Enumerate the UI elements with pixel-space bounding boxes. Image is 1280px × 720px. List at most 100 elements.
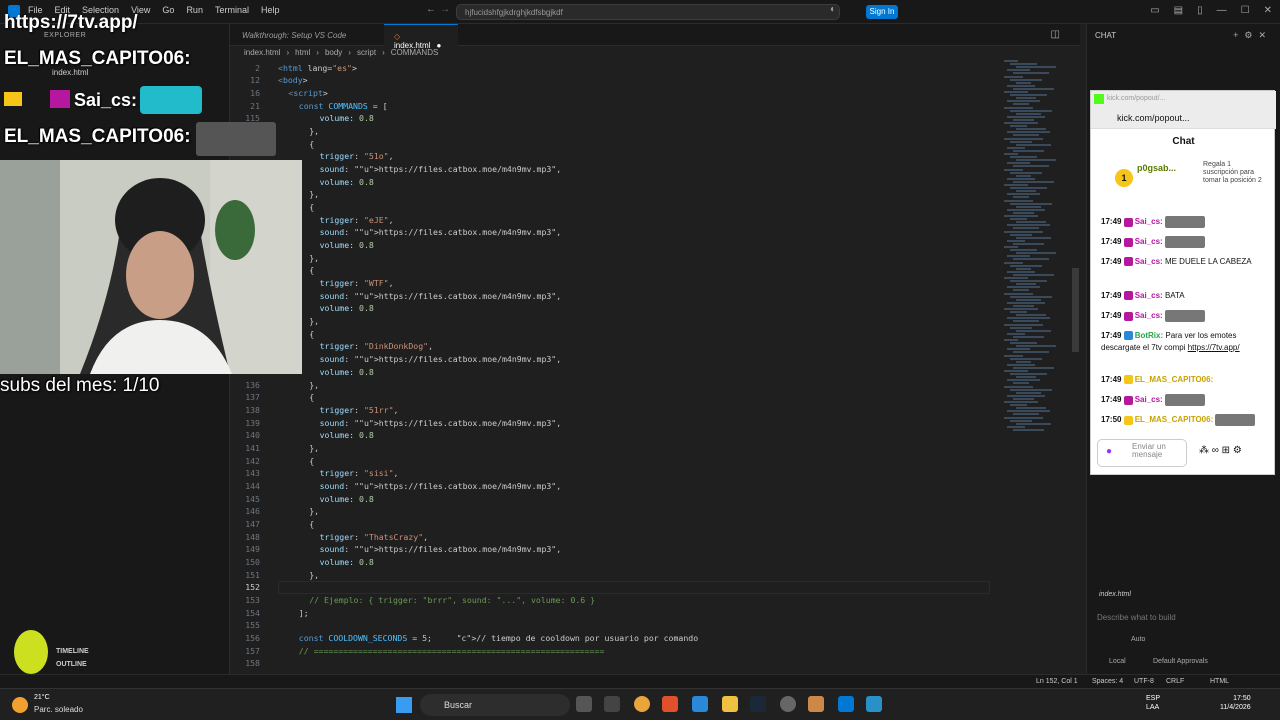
code-line[interactable]: volume: 0.8 [230,366,1000,379]
microphone-icon[interactable]: ● [1106,446,1112,457]
language-mode[interactable]: HTML [1210,678,1229,685]
code-line[interactable]: 144 sound: ""u">https://files.catbox.moe/… [230,480,1000,493]
menu-help[interactable]: Help [261,5,280,15]
code-line[interactable]: 21 const COMMANDS = [ [230,100,1000,113]
code-line[interactable]: 138 trigger: "51rr", [230,404,1000,417]
breadcrumb-item[interactable]: html [295,48,310,57]
code-line[interactable]: sound: ""u">https://files.catbox.moe/m4n… [230,353,1000,366]
task-view-icon[interactable] [576,696,592,712]
encoding[interactable]: UTF-8 [1134,678,1154,685]
code-line[interactable]: 2 <html lang="es"> [230,62,1000,75]
top-gifter-name[interactable]: p0gsab... [1137,163,1176,173]
copilot-icon[interactable]: ◐ [830,4,836,15]
message-user[interactable]: EL_MAS_CAPITO06: [1135,375,1214,384]
code-line[interactable]: 137 { [230,391,1000,404]
code-line[interactable]: { [230,328,1000,341]
settings-icon[interactable]: ⚙ [1244,30,1258,40]
obs-icon[interactable] [780,696,796,712]
message-user[interactable]: Sai_cs: [1135,291,1165,300]
code-line[interactable]: trigger: "WTF", [230,277,1000,290]
code-line[interactable]: 155 [230,619,1000,632]
breadcrumb-item[interactable]: COMMANDS [391,48,439,57]
code-line[interactable]: 115 volume: 0.8 [230,112,1000,125]
code-line[interactable]: sound: ""u">https://files.catbox.moe/m4n… [230,290,1000,303]
code-line[interactable]: }, [230,252,1000,265]
code-line[interactable]: volume: 0.8 [230,302,1000,315]
chat-message[interactable]: 17:49 Sai_cs: [1101,394,1271,406]
message-user[interactable]: Sai_cs: [1135,217,1165,226]
code-line[interactable]: 12 <body> [230,74,1000,87]
code-line[interactable]: 143 trigger: "sisi", [230,467,1000,480]
code-line[interactable]: 145 volume: 0.8 [230,493,1000,506]
message-user[interactable]: EL_MAS_CAPITO06: [1135,415,1216,424]
new-chat-icon[interactable]: + [1233,30,1244,40]
indentation[interactable]: Spaces: 4 [1092,678,1123,685]
code-line[interactable]: volume: 0.8 [230,239,1000,252]
close-icon[interactable]: ✕ [1264,5,1272,16]
code-line[interactable]: trigger: "DinkDonkDog", [230,340,1000,353]
chat-message[interactable]: 17:49 Sai_cs: [1101,216,1271,228]
weather-temp[interactable]: 21°C [34,694,50,701]
code-editor[interactable]: 2 <html lang="es"> 12 <body> 16 <script> 21 con… [230,60,1000,672]
message-user[interactable]: Sai_cs: [1135,395,1165,404]
code-line[interactable]: 146}, [230,505,1000,518]
command-center-input[interactable]: hjfucidshfgjkdrghjkdfsbgjkdf [456,4,840,20]
outline-section[interactable]: OUTLINE [56,661,87,668]
code-line[interactable]: sound: ""u">https://files.catbox.moe/m4n… [230,163,1000,176]
breadcrumb-item[interactable]: script [357,48,376,57]
chat-message[interactable]: 17:49 Sai_cs: [1101,236,1271,248]
input-language[interactable]: ESP LAA [1146,694,1160,712]
cursor-position[interactable]: Ln 152, Col 1 [1036,678,1078,685]
vscode-taskbar-icon[interactable] [838,696,854,712]
gift-prompt[interactable]: Regala 1 suscripción para tomar la posic… [1203,161,1267,185]
code-line[interactable]: 148 trigger: "ThatsCrazy", [230,531,1000,544]
app-icon[interactable] [604,696,620,712]
chat-message[interactable]: 17:49 Sai_cs: BATA [1101,290,1271,302]
maximize-icon[interactable]: ☐ [1241,5,1250,16]
menu-go[interactable]: Go [162,5,174,15]
forward-arrow-icon[interactable]: → [440,4,450,15]
clock[interactable]: 17:50 11/4/2026 [1220,694,1251,712]
message-link[interactable]: https://7tv.app/ [1188,343,1240,352]
close-icon[interactable]: ✕ [1258,30,1272,40]
message-user[interactable]: Sai_cs: [1135,257,1165,266]
tab-walkthrough[interactable]: Walkthrough: Setup VS Code [232,24,382,46]
minimap[interactable] [996,60,1074,440]
code-line[interactable]: 147 { [230,518,1000,531]
code-line[interactable]: { [230,138,1000,151]
notepad-icon[interactable] [866,696,882,712]
code-line[interactable]: }, [230,188,1000,201]
chat-message[interactable]: 17:49 EL_MAS_CAPITO06: [1101,374,1271,386]
brave-icon[interactable] [662,696,678,712]
minimize-icon[interactable]: — [1217,5,1227,16]
chat-message[interactable]: 17:50 EL_MAS_CAPITO06: [1101,414,1271,426]
sign-in-button[interactable]: Sign In [866,5,898,19]
chrome-icon[interactable] [634,696,650,712]
windows-start-icon[interactable] [396,697,412,713]
code-line[interactable]: 156 const COOLDOWN_SECONDS = 5; "c">// ti… [230,632,1000,645]
kick-address-bar[interactable]: kick.com/popout... [1091,109,1276,129]
code-line[interactable]: 142 { [230,455,1000,468]
menu-terminal[interactable]: Terminal [215,5,249,15]
code-line[interactable]: 141}, [230,442,1000,455]
code-line[interactable]: 158 [230,657,1000,670]
weather-text[interactable]: Parc. soleado [34,705,83,714]
message-user[interactable]: BotRix: [1135,331,1166,340]
code-line[interactable]: trigger: "eJE", [230,214,1000,227]
line-ending[interactable]: CRLF [1166,678,1184,685]
code-line[interactable]: volume: 0.8 [230,176,1000,189]
code-line[interactable]: trigger: "51o", [230,150,1000,163]
chat-input[interactable]: Describe what to build [1097,613,1176,622]
taskbar-search[interactable]: Buscar [420,694,570,716]
code-line[interactable]: 16 <script> [230,87,1000,100]
breadcrumb-item[interactable]: body [325,48,342,57]
code-line[interactable]: }, [230,315,1000,328]
chat-message[interactable]: 17:49 Sai_cs: ME DUELE LA CABEZA [1101,256,1271,268]
code-line[interactable]: 136}, [230,379,1000,392]
code-line[interactable]: { [230,201,1000,214]
app-icon[interactable] [808,696,824,712]
timeline-section[interactable]: TIMELINE [56,648,89,655]
sidebar-toggle-icon[interactable]: ▯ [1197,5,1203,16]
code-line[interactable]: 153 // Ejemplo: { trigger: "brrr", sound:… [230,594,1000,607]
breadcrumb-item[interactable]: index.html [244,48,280,57]
